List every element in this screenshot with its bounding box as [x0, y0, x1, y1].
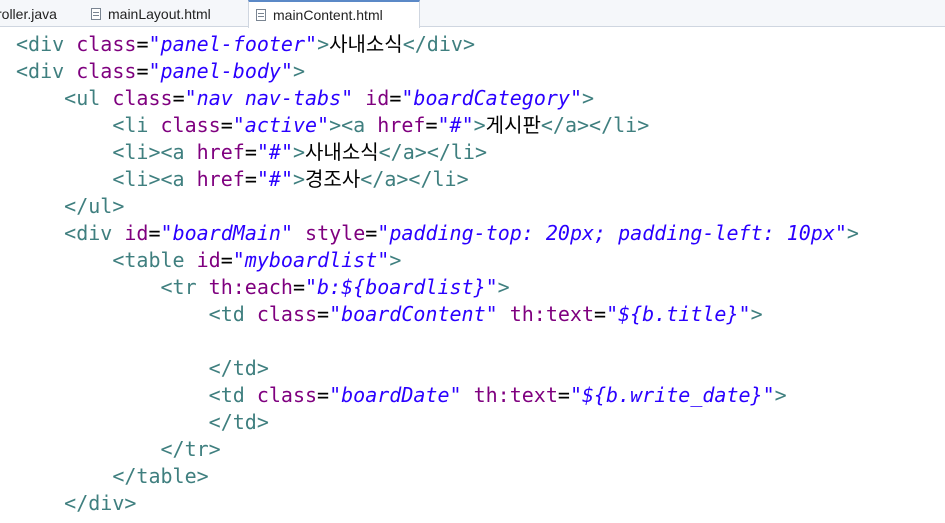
- code-line[interactable]: <table id="myboardlist">: [16, 247, 401, 274]
- code-line[interactable]: <div class="panel-body">: [16, 58, 305, 85]
- code-line[interactable]: <div id="boardMain" style="padding-top: …: [16, 220, 859, 247]
- tab-maincontent-html[interactable]: mainContent.html: [248, 0, 420, 28]
- tab-mainlayout-html[interactable]: mainLayout.html: [91, 0, 211, 27]
- html-file-icon: [256, 9, 266, 21]
- code-line[interactable]: <ul class="nav nav-tabs" id="boardCatego…: [16, 85, 594, 112]
- code-line[interactable]: <li><a href="#">경조사</a></li>: [16, 166, 468, 193]
- tab-label: mainContent.html: [273, 7, 383, 23]
- code-editor[interactable]: <div class="panel-footer">사내소식</div> <div…: [0, 27, 945, 523]
- code-line[interactable]: </tr>: [16, 436, 221, 463]
- tab-controller-java[interactable]: roller.java: [0, 0, 57, 27]
- code-line[interactable]: </div>: [16, 490, 136, 517]
- code-line[interactable]: <li><a href="#">사내소식</a></li>: [16, 139, 487, 166]
- html-file-icon: [91, 7, 101, 20]
- code-line[interactable]: </td>: [16, 355, 269, 382]
- code-line[interactable]: <tr th:each="b:${boardlist}">: [16, 274, 510, 301]
- code-line[interactable]: <li class="active"><a href="#">게시판</a></…: [16, 112, 649, 139]
- code-line[interactable]: </table>: [16, 463, 208, 490]
- code-line[interactable]: <td class="boardContent" th:text="${b.ti…: [16, 301, 763, 328]
- code-line[interactable]: </td>: [16, 409, 269, 436]
- code-line[interactable]: <div class="panel-footer">사내소식</div>: [16, 31, 475, 58]
- tab-label: roller.java: [0, 5, 57, 22]
- tab-label: mainLayout.html: [108, 5, 211, 22]
- editor-tab-bar: roller.java mainLayout.html mainContent.…: [0, 0, 945, 28]
- code-line[interactable]: <td class="boardDate" th:text="${b.write…: [16, 382, 787, 409]
- code-line[interactable]: </ul>: [16, 193, 124, 220]
